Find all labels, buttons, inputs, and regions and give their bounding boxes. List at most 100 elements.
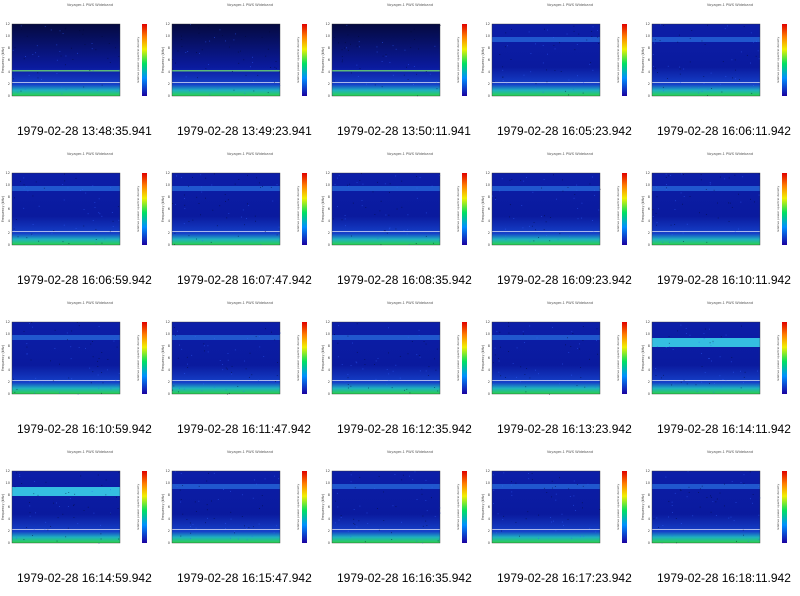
y-tick-label: 4: [168, 368, 171, 372]
spectrogram-plot: [652, 471, 760, 543]
noise-speckle: [701, 353, 702, 354]
noise-speckle: [177, 330, 178, 332]
noise-speckle: [573, 504, 574, 506]
spectrogram-thumbnail[interactable]: 0 2 4 6 8 10 12 Frequency (kHz) relative power s…: [640, 447, 800, 596]
noise-speckle: [353, 518, 355, 520]
noise-speckle: [576, 385, 578, 387]
noise-speckle: [499, 535, 500, 536]
noise-speckle: [668, 516, 669, 518]
noise-speckle: [226, 368, 228, 370]
reference-line: [172, 231, 280, 232]
noise-speckle: [725, 334, 727, 336]
noise-speckle: [388, 228, 390, 230]
spectrogram-thumbnail[interactable]: 0 2 4 6 8 10 12 Frequency (kHz) relative power s…: [480, 149, 640, 298]
spectrogram-thumbnail[interactable]: 0 2 4 6 8 10 12 Frequency (kHz) relative power s…: [320, 149, 480, 298]
y-tick-label: 6: [8, 356, 10, 360]
noise-speckle: [245, 368, 247, 370]
noise-speckle: [724, 28, 726, 30]
spectrogram-thumbnail[interactable]: 0 2 4 6 8 10 12 Frequency (kHz) relative power s…: [160, 0, 320, 149]
noise-speckle: [37, 72, 39, 74]
spectrogram-thumbnail[interactable]: 0 2 4 6 8 10 12 Frequency (kHz) relative power s…: [160, 298, 320, 447]
emission-band: [172, 484, 280, 489]
noise-speckle: [344, 42, 346, 44]
colorbar: [622, 322, 627, 394]
noise-speckle: [751, 92, 753, 94]
spectrogram-thumbnail[interactable]: 0 2 4 6 8 10 12 Frequency (kHz) relative power s…: [640, 0, 800, 149]
spectrogram-thumbnail[interactable]: 0 2 4 6 8 10 12 Frequency (kHz) relative power s…: [0, 447, 160, 596]
noise-speckle: [274, 475, 276, 477]
y-tick-label: 2: [648, 231, 650, 235]
spectrogram-thumbnail[interactable]: 0 2 4 6 8 10 12 Frequency (kHz) relative power s…: [640, 298, 800, 447]
emission-band: [492, 186, 600, 191]
spectrogram-thumbnail[interactable]: 0 2 4 6 8 10 12 Frequency (kHz) relative power s…: [480, 298, 640, 447]
noise-speckle: [547, 29, 548, 31]
noise-speckle: [434, 516, 436, 518]
noise-speckle: [743, 376, 745, 378]
noise-speckle: [522, 227, 524, 229]
spectrogram-thumbnail[interactable]: 0 2 4 6 8 10 12 Frequency (kHz) relative power s…: [0, 298, 160, 447]
noise-speckle: [356, 526, 358, 528]
noise-speckle: [92, 220, 94, 221]
noise-speckle: [192, 177, 193, 178]
noise-speckle: [662, 86, 664, 88]
noise-speckle: [245, 36, 246, 37]
spectrogram-thumbnail[interactable]: 0 2 4 6 8 10 12 Frequency (kHz) relative power s…: [160, 447, 320, 596]
noise-speckle: [238, 179, 240, 180]
noise-speckle: [737, 228, 739, 230]
noise-speckle: [740, 387, 742, 389]
spectrogram-thumbnail[interactable]: 0 2 4 6 8 10 12 Frequency (kHz) relative power s…: [480, 447, 640, 596]
noise-speckle: [259, 336, 260, 338]
noise-speckle: [755, 55, 757, 57]
noise-speckle: [273, 532, 275, 534]
noise-speckle: [419, 355, 421, 356]
noise-speckle: [732, 77, 734, 79]
noise-speckle: [683, 379, 685, 381]
noise-speckle: [83, 208, 85, 210]
noise-speckle: [98, 212, 100, 214]
spectrogram-thumbnail[interactable]: 0 2 4 6 8 10 12 Frequency (kHz) relative power s…: [320, 0, 480, 149]
spectrogram-thumbnail[interactable]: 0 2 4 6 8 10 12 Frequency (kHz) relative power s…: [0, 0, 160, 149]
noise-speckle: [719, 356, 721, 358]
noise-speckle: [62, 33, 64, 34]
spectrogram-thumbnail[interactable]: 0 2 4 6 8 10 12 Frequency (kHz) relative power s…: [480, 0, 640, 149]
noise-speckle: [728, 220, 730, 222]
spectrogram-thumbnail[interactable]: 0 2 4 6 8 10 12 Frequency (kHz) relative power s…: [320, 447, 480, 596]
noise-speckle: [418, 329, 420, 331]
noise-speckle: [538, 514, 540, 516]
noise-speckle: [572, 333, 574, 334]
y-tick-label: 8: [168, 195, 170, 199]
y-tick-label: 10: [6, 34, 10, 38]
noise-speckle: [364, 364, 366, 365]
panel-title: Voyager-1 PWS Wideband: [546, 3, 594, 7]
y-tick-label: 6: [488, 58, 490, 62]
noise-speckle: [703, 76, 705, 78]
noise-speckle: [188, 185, 189, 187]
spectrogram-thumbnail[interactable]: 0 2 4 6 8 10 12 Frequency (kHz) relative power s…: [160, 149, 320, 298]
y-tick-label: 2: [648, 529, 650, 533]
noise-speckle: [276, 525, 278, 527]
noise-speckle: [558, 383, 560, 385]
noise-speckle: [375, 378, 377, 380]
colorbar-label: relative power spectral density: [776, 186, 780, 233]
noise-speckle: [707, 89, 709, 90]
noise-speckle: [395, 364, 397, 366]
spectrogram-thumbnail[interactable]: 0 2 4 6 8 10 12 Frequency (kHz) relative power s…: [320, 298, 480, 447]
noise-speckle: [95, 49, 97, 51]
spectrogram-thumbnail[interactable]: 0 2 4 6 8 10 12 Frequency (kHz) relative power s…: [0, 149, 160, 298]
noise-speckle: [242, 209, 244, 211]
noise-speckle: [526, 177, 527, 178]
noise-speckle: [510, 481, 512, 483]
noise-speckle: [356, 64, 358, 66]
noise-speckle: [228, 392, 230, 394]
timestamp-caption: 1979-02-28 16:05:23.942: [497, 124, 632, 138]
noise-speckle: [117, 206, 119, 208]
noise-speckle: [734, 174, 736, 176]
y-tick-label: 6: [488, 356, 490, 360]
noise-speckle: [35, 512, 36, 514]
spectrogram-plot: [12, 173, 120, 245]
noise-speckle: [411, 341, 413, 342]
noise-speckle: [536, 337, 538, 339]
noise-speckle: [80, 475, 82, 477]
noise-speckle: [407, 229, 409, 231]
spectrogram-thumbnail[interactable]: 0 2 4 6 8 10 12 Frequency (kHz) relative power s…: [640, 149, 800, 298]
